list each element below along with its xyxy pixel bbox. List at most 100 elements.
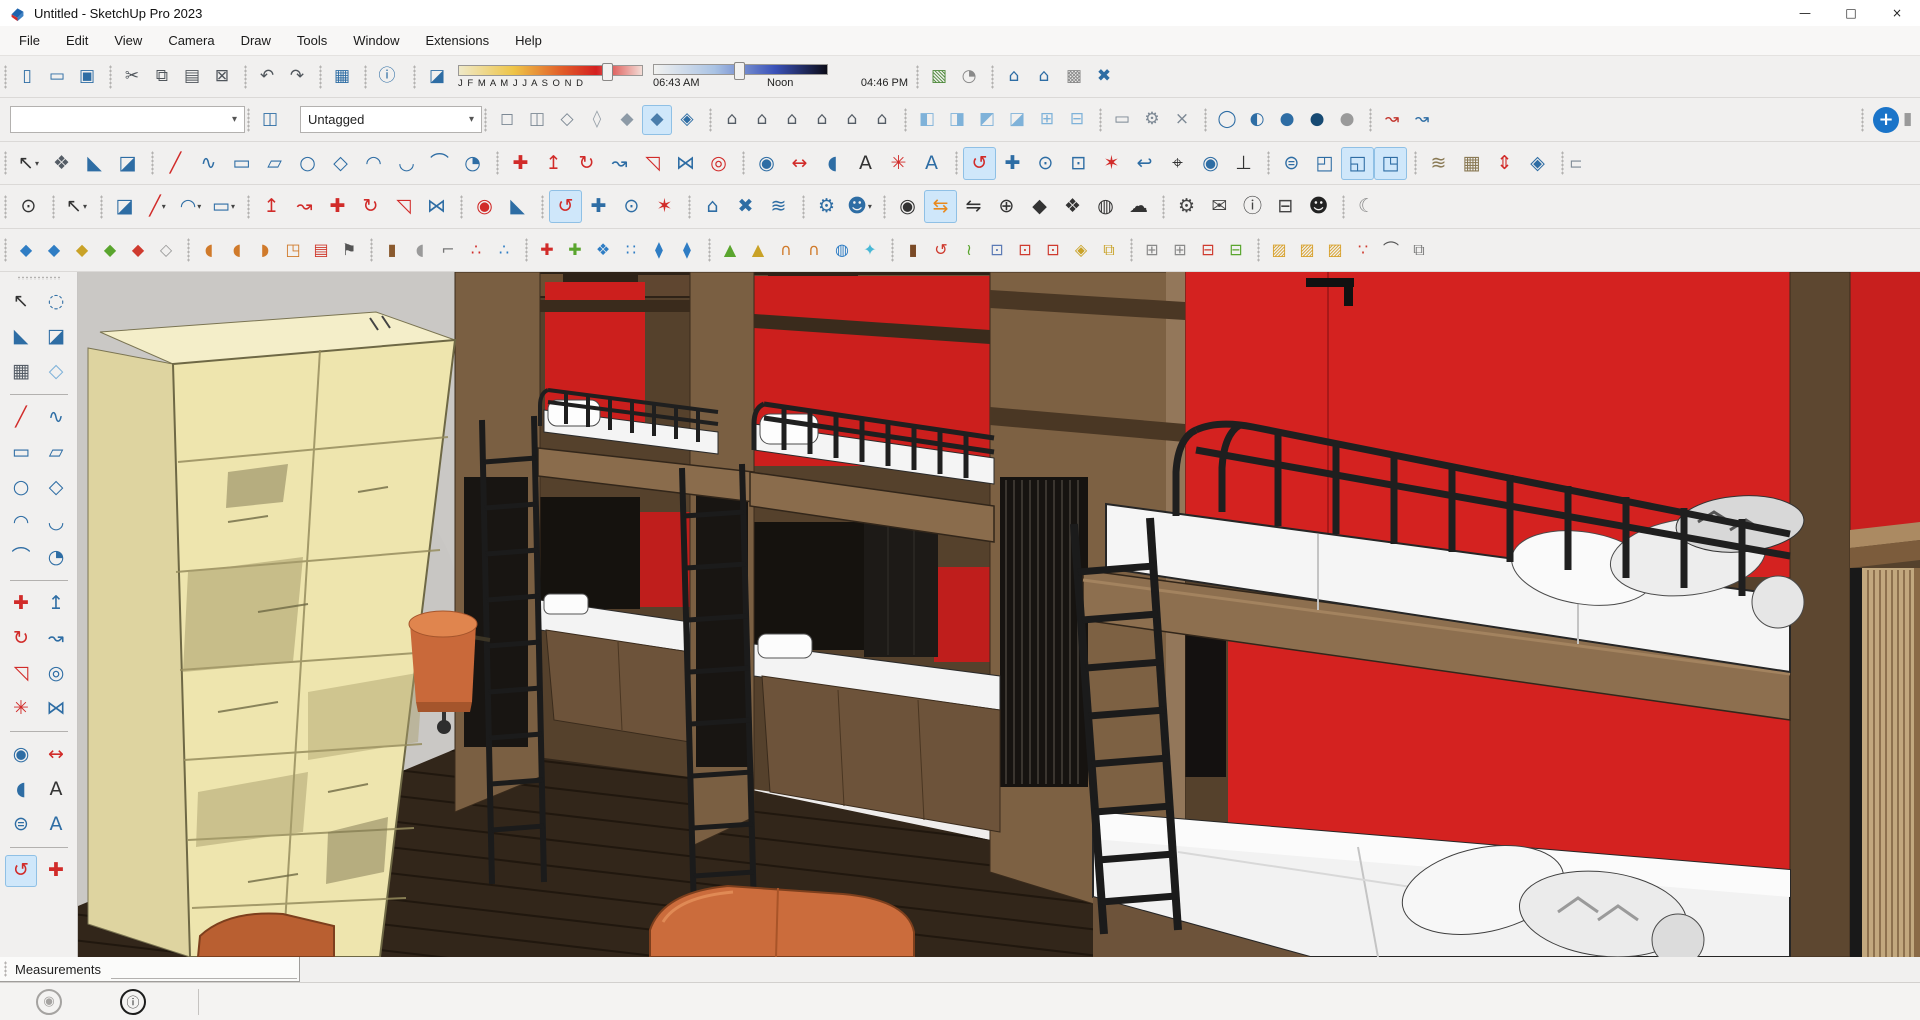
copy-icon[interactable]: ⧉ <box>147 62 177 92</box>
hatch-3-icon[interactable]: ▨ <box>1321 235 1349 265</box>
green-cross-icon[interactable]: ✚ <box>561 235 589 265</box>
gray-pair-icon[interactable]: ◖ <box>406 235 434 265</box>
select-flyout-caret[interactable]: ▾ <box>35 159 39 168</box>
two-point-arc-icon[interactable]: ◡ <box>40 507 72 539</box>
polygon-icon[interactable]: ◇ <box>40 472 72 504</box>
curve-tool-blue-icon[interactable]: ↝ <box>1407 105 1437 135</box>
rect-flyout-flyout-caret[interactable]: ▾ <box>231 202 235 211</box>
add-location-icon[interactable]: ▧ <box>924 62 954 92</box>
account-avatar-icon[interactable]: ☻▾ <box>843 190 876 223</box>
redo-icon[interactable]: ↷ <box>282 62 312 92</box>
3d-text-icon[interactable]: A <box>40 809 72 841</box>
red-spiral-icon[interactable]: ↺ <box>927 235 955 265</box>
drop-lines-icon[interactable]: ⧫ <box>673 235 701 265</box>
smoove-icon[interactable]: ⇕ <box>1488 147 1521 180</box>
blue-path-icon[interactable]: ∴ <box>490 235 518 265</box>
dimensions-icon[interactable]: ↔ <box>783 147 816 180</box>
shadow-date-thumb[interactable] <box>602 63 613 81</box>
layers-stack-icon[interactable]: ≋ <box>762 190 795 223</box>
display-fills-icon[interactable]: ◳ <box>1374 147 1407 180</box>
position-camera-icon[interactable]: ⌖ <box>1161 147 1194 180</box>
credits-icon[interactable]: ⓘ <box>120 989 146 1015</box>
green-ribbon-icon[interactable]: ≀ <box>955 235 983 265</box>
rotate-2-icon[interactable]: ↻ <box>354 190 387 223</box>
shadow-time-slider[interactable] <box>653 64 828 75</box>
push-pull-icon[interactable]: ↥ <box>537 147 570 180</box>
add-model-icon[interactable]: + <box>1873 107 1899 133</box>
su-red-icon[interactable]: ◆ <box>124 235 152 265</box>
paint-bucket-icon[interactable]: ◣ <box>78 147 111 180</box>
arc-icon[interactable]: ◠ <box>5 507 37 539</box>
pie-icon[interactable]: ◔ <box>40 542 72 574</box>
menu-camera[interactable]: Camera <box>155 33 227 48</box>
style-hidden-line-icon[interactable]: ◊ <box>582 105 612 135</box>
select-icon[interactable]: ↖ <box>5 286 37 318</box>
cube-net-1-icon[interactable]: ⊞ <box>1138 235 1166 265</box>
protractor-icon[interactable]: ◖ <box>816 147 849 180</box>
pan-icon[interactable]: ✚ <box>996 147 1029 180</box>
location-pin-icon[interactable]: ◉ <box>891 190 924 223</box>
menu-tools[interactable]: Tools <box>284 33 340 48</box>
menu-window[interactable]: Window <box>340 33 412 48</box>
tape-measure-2-icon[interactable]: ◉ <box>468 190 501 223</box>
menu-view[interactable]: View <box>101 33 155 48</box>
yellow-sail-icon[interactable]: ▲ <box>744 235 772 265</box>
three-point-arc-icon[interactable]: ⌒ <box>423 147 456 180</box>
3d-warehouse-icon[interactable]: ⌂ <box>999 62 1029 92</box>
line-icon[interactable]: ╱ <box>159 147 192 180</box>
axes-icon[interactable]: ✳ <box>5 693 37 725</box>
select-2-icon[interactable]: ↖▾ <box>60 190 93 223</box>
info-circle-icon[interactable]: ⓘ <box>1236 190 1269 223</box>
paint-bucket-icon[interactable]: ◣ <box>5 321 37 353</box>
bend-arrow-icon[interactable]: ◗ <box>251 235 279 265</box>
rotate-icon[interactable]: ↻ <box>570 147 603 180</box>
view-front-icon[interactable]: ⌂ <box>777 105 807 135</box>
rotated-rectangle-icon[interactable]: ▱ <box>258 147 291 180</box>
profile-icon[interactable]: ☻ <box>1302 190 1335 223</box>
delete-icon[interactable]: ⊠ <box>207 62 237 92</box>
menu-draw[interactable]: Draw <box>228 33 284 48</box>
section-inner-icon[interactable]: ⊞ <box>1032 105 1062 135</box>
three-point-arc-icon[interactable]: ⌒ <box>5 542 37 574</box>
paste-icon[interactable]: ▤ <box>177 62 207 92</box>
curve-tool-red-icon[interactable]: ↝ <box>1377 105 1407 135</box>
su-green-icon[interactable]: ◆ <box>96 235 124 265</box>
rotated-rectangle-icon[interactable]: ▱ <box>40 437 72 469</box>
text-icon[interactable]: A <box>849 147 882 180</box>
scale-icon[interactable]: ◹ <box>636 147 669 180</box>
green-sail-icon[interactable]: ▲ <box>716 235 744 265</box>
arc-icon[interactable]: ◠ <box>357 147 390 180</box>
menu-help[interactable]: Help <box>502 33 555 48</box>
undo-icon[interactable]: ↶ <box>252 62 282 92</box>
cloud-upload-icon[interactable]: ☁ <box>1122 190 1155 223</box>
add-circle-icon[interactable]: ⊕ <box>990 190 1023 223</box>
dimensions-icon[interactable]: ↔ <box>40 739 72 771</box>
display-cuts-icon[interactable]: ◱ <box>1341 147 1374 180</box>
cube-net-2-icon[interactable]: ⊞ <box>1166 235 1194 265</box>
scale-combobox[interactable]: ▾ <box>10 106 245 133</box>
view-left-icon[interactable]: ⌂ <box>837 105 867 135</box>
shadow-time-thumb[interactable] <box>734 62 745 80</box>
3d-text-icon[interactable]: A <box>915 147 948 180</box>
rectangle-icon[interactable]: ▭ <box>5 437 37 469</box>
protractor-icon[interactable]: ◖ <box>5 774 37 806</box>
dots-axes-icon[interactable]: ∷ <box>617 235 645 265</box>
tag-icon[interactable]: ◇ <box>40 356 72 388</box>
bin-green-lid-icon[interactable]: ▮ <box>899 235 927 265</box>
rotate-icon[interactable]: ↻ <box>5 623 37 655</box>
measurements-drag-handle[interactable] <box>4 961 7 977</box>
sample-components-icon[interactable]: ▩ <box>1059 62 1089 92</box>
droplet-outline-icon[interactable]: ◯ <box>1212 105 1242 135</box>
flip-2-icon[interactable]: ⋈ <box>420 190 453 223</box>
zoom-tool-icon[interactable]: ⊙ <box>12 190 45 223</box>
twin-boxes-icon[interactable]: ⧉ <box>1095 235 1123 265</box>
style-shaded-textures-icon[interactable]: ◆ <box>642 105 672 135</box>
shadows-toggle-icon[interactable]: ◪ <box>422 62 452 92</box>
view-right-icon[interactable]: ⌂ <box>807 105 837 135</box>
su-yellow-icon[interactable]: ◆ <box>68 235 96 265</box>
palette-drag-handle[interactable] <box>17 276 61 280</box>
drawing-scale-icon[interactable]: ◫ <box>255 105 285 135</box>
style-wireframe-icon[interactable]: ◇ <box>552 105 582 135</box>
style-monochrome-icon[interactable]: ◈ <box>672 105 702 135</box>
flip-icon[interactable]: ⋈ <box>40 693 72 725</box>
